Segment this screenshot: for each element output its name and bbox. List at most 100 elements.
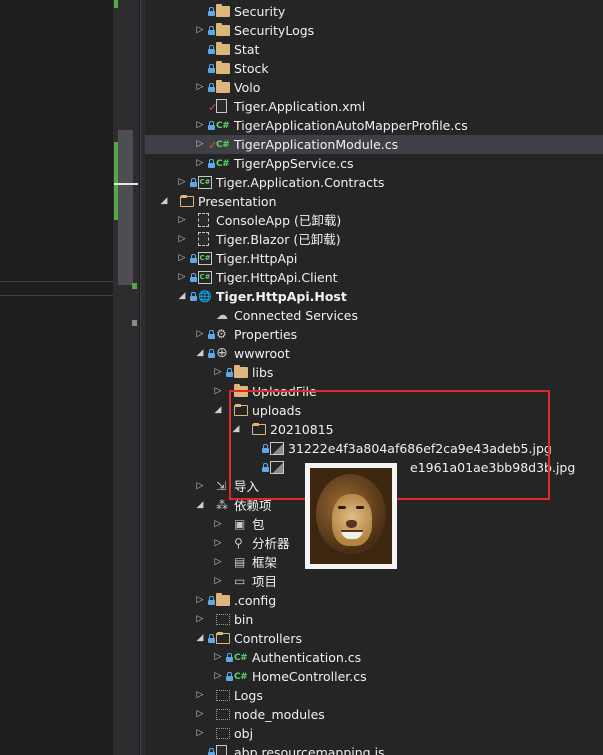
collapsed-arrow-icon[interactable]: ▷ [177, 173, 187, 192]
tree-item[interactable]: ▷ C# Tiger.HttpApi [145, 249, 603, 268]
tree-item[interactable]: ◢ uploads [145, 401, 603, 420]
folder-icon [216, 42, 230, 55]
tree-item-label: Controllers [234, 631, 302, 646]
tree-item[interactable]: ▷ C# HomeController.cs [145, 667, 603, 686]
tree-item[interactable]: ◢ 🌐 Tiger.HttpApi.Host [145, 287, 603, 306]
lock-icon [190, 292, 197, 301]
collapsed-arrow-icon[interactable]: ▷ [213, 572, 223, 591]
tree-item[interactable]: ▷ ConsoleApp (已卸载) [145, 211, 603, 230]
tree-item[interactable]: ▷ Volo [145, 78, 603, 97]
tree-item-label: Connected Services [234, 308, 358, 323]
csharp-file-icon: C# [216, 140, 230, 150]
tree-item[interactable]: ▷ ▭ 项目 [145, 572, 603, 591]
expanded-arrow-icon[interactable]: ◢ [177, 287, 187, 306]
tree-item[interactable]: ▷ obj [145, 724, 603, 743]
solution-explorer-tree[interactable]: Security ▷ SecurityLogs Stat Stock ▷ Volo ✓ Tige… [145, 0, 603, 755]
collapsed-arrow-icon[interactable]: ▷ [195, 686, 205, 705]
collapsed-arrow-icon[interactable]: ▷ [177, 211, 187, 230]
editor-scrollbar[interactable] [113, 0, 139, 755]
import-icon: ⇲ [216, 479, 227, 493]
csharp-file-icon: C# [216, 159, 230, 169]
tree-item[interactable]: ✓ Tiger.Application.xml [145, 97, 603, 116]
collapsed-arrow-icon[interactable]: ▷ [195, 116, 205, 135]
expanded-arrow-icon[interactable]: ◢ [159, 192, 169, 211]
tree-item[interactable]: ▷ SecurityLogs [145, 21, 603, 40]
tree-item[interactable]: ◢ ⊕ wwwroot [145, 344, 603, 363]
collapsed-arrow-icon[interactable]: ▷ [195, 154, 205, 173]
expanded-arrow-icon[interactable]: ◢ [195, 344, 205, 363]
dotted-folder-icon [216, 690, 230, 701]
scrollbar-thumb[interactable] [118, 130, 133, 285]
collapsed-arrow-icon[interactable]: ▷ [213, 553, 223, 572]
tree-item[interactable]: ▷ Logs [145, 686, 603, 705]
collapsed-arrow-icon[interactable]: ▷ [177, 249, 187, 268]
collapsed-arrow-icon[interactable]: ▷ [213, 382, 223, 401]
open-folder-icon [216, 632, 230, 644]
expanded-arrow-icon[interactable]: ◢ [195, 496, 205, 515]
globe-icon: ⊕ [216, 345, 228, 361]
collapsed-arrow-icon[interactable]: ▷ [213, 534, 223, 553]
dependencies-icon: ⁂ [216, 498, 228, 512]
collapsed-arrow-icon[interactable]: ▷ [195, 610, 205, 629]
tree-item[interactable]: ◢ Controllers [145, 629, 603, 648]
tree-item[interactable]: ▷ UploadFile [145, 382, 603, 401]
expanded-arrow-icon[interactable]: ◢ [213, 401, 223, 420]
scrollbar-caret-marker [114, 183, 138, 185]
tree-item-label: 依赖项 [234, 498, 272, 513]
framework-icon: ▤ [234, 555, 246, 569]
tree-item-label: 框架 [252, 555, 278, 570]
unloaded-project-icon [198, 213, 209, 227]
collapsed-arrow-icon[interactable]: ▷ [195, 135, 205, 154]
tree-item[interactable]: ▷ C# TigerAppService.cs [145, 154, 603, 173]
tree-item[interactable]: ▷ Tiger.Blazor (已卸载) [145, 230, 603, 249]
folder-icon [234, 384, 248, 397]
collapsed-arrow-icon[interactable]: ▷ [195, 591, 205, 610]
folder-icon [216, 61, 230, 74]
tree-item[interactable]: ☁ Connected Services [145, 306, 603, 325]
tree-item[interactable]: ▷ C# TigerApplicationAutoMapperProfile.cs [145, 116, 603, 135]
tree-item-label: 包 [252, 517, 265, 532]
collapsed-arrow-icon[interactable]: ▷ [177, 230, 187, 249]
collapsed-arrow-icon[interactable]: ▷ [213, 648, 223, 667]
tree-item-label: Stock [234, 61, 269, 76]
lock-icon [208, 64, 215, 73]
tree-item[interactable]: Stock [145, 59, 603, 78]
tree-item[interactable]: ▷ .config [145, 591, 603, 610]
tree-item[interactable]: Security [145, 2, 603, 21]
tree-item-label: SecurityLogs [234, 23, 315, 38]
web-project-icon: 🌐 [198, 290, 212, 303]
tree-item[interactable]: ◢ Presentation [145, 192, 603, 211]
tree-item[interactable]: ▷ C# Tiger.HttpApi.Client [145, 268, 603, 287]
tree-item[interactable]: ▷ libs [145, 363, 603, 382]
image-file-icon [270, 442, 284, 455]
collapsed-arrow-icon[interactable]: ▷ [195, 325, 205, 344]
collapsed-arrow-icon[interactable]: ▷ [195, 477, 205, 496]
collapsed-arrow-icon[interactable]: ▷ [177, 268, 187, 287]
tree-item[interactable]: ▷ C# Tiger.Application.Contracts [145, 173, 603, 192]
collapsed-arrow-icon[interactable]: ▷ [195, 724, 205, 743]
collapsed-arrow-icon[interactable]: ▷ [195, 705, 205, 724]
tree-item[interactable]: ◢ 20210815 [145, 420, 603, 439]
tree-item[interactable]: abp.resourcemapping.js [145, 743, 603, 755]
lock-icon [208, 596, 215, 605]
tree-item[interactable]: ▷ bin [145, 610, 603, 629]
scrollbar-marker [132, 320, 137, 326]
collapsed-arrow-icon[interactable]: ▷ [213, 363, 223, 382]
tree-item-label: libs [252, 365, 274, 380]
tree-item[interactable]: Stat [145, 40, 603, 59]
collapsed-arrow-icon[interactable]: ▷ [195, 21, 205, 40]
lock-icon [208, 159, 215, 168]
expanded-arrow-icon[interactable]: ◢ [231, 420, 241, 439]
csharp-project-icon: C# [198, 252, 212, 265]
collapsed-arrow-icon[interactable]: ▷ [213, 667, 223, 686]
tree-item[interactable]: ▷ C# Authentication.cs [145, 648, 603, 667]
code-editor[interactable] [0, 0, 113, 755]
collapsed-arrow-icon[interactable]: ▷ [195, 78, 205, 97]
tree-item[interactable]: ▷ ⚙ Properties [145, 325, 603, 344]
tree-item[interactable]: 31222e4f3a804af686ef2ca9e43adeb5.jpg [145, 439, 603, 458]
tree-item[interactable]: ▷ node_modules [145, 705, 603, 724]
tree-item[interactable]: ▷ ✓ C# TigerApplicationModule.cs [145, 135, 603, 154]
expanded-arrow-icon[interactable]: ◢ [195, 629, 205, 648]
collapsed-arrow-icon[interactable]: ▷ [213, 515, 223, 534]
scrollbar-change-marker [114, 142, 118, 220]
